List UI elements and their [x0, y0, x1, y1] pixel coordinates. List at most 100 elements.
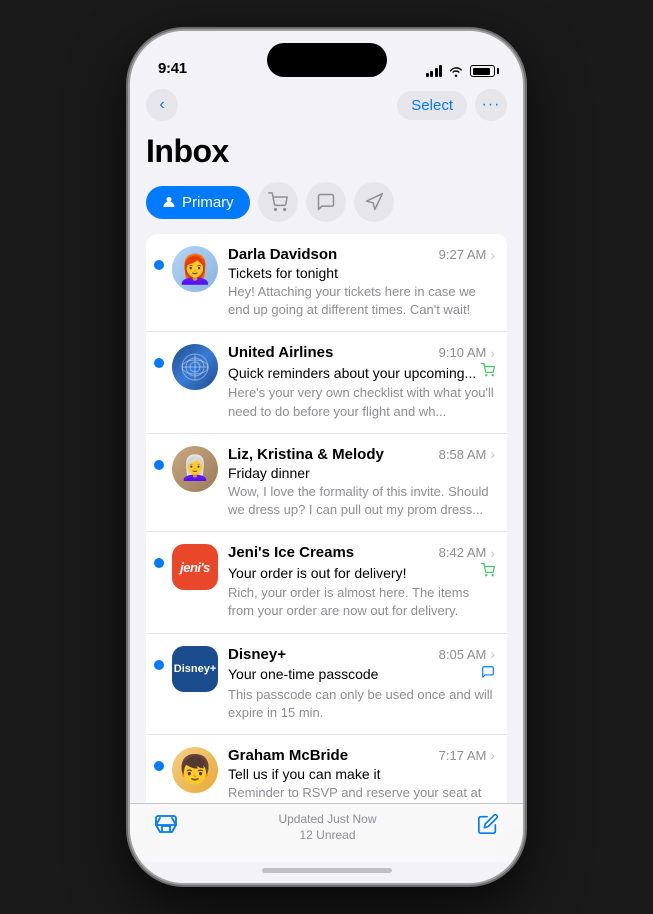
- email-body: United Airlines 9:10 AM › Quick reminder…: [228, 344, 495, 420]
- email-header: United Airlines 9:10 AM ›: [228, 344, 495, 361]
- main-content: Inbox Primary: [130, 129, 523, 803]
- screen: 9:41 ‹ Select: [130, 31, 523, 883]
- message-bubble-icon: [316, 192, 336, 212]
- email-preview: Hey! Attaching your tickets here in case…: [228, 283, 495, 319]
- email-subject-row: Quick reminders about your upcoming...: [228, 363, 495, 382]
- shopping-tag-icon: [481, 363, 495, 382]
- unread-dot: [154, 260, 164, 270]
- airline-icon: [180, 352, 210, 382]
- disney-logo-text: Disney+: [174, 663, 217, 675]
- email-time-row: 8:58 AM ›: [439, 446, 495, 462]
- email-item-5[interactable]: Disney+ Disney+ 8:05 AM › Your o: [146, 634, 507, 735]
- email-subject: Your order is out for delivery!: [228, 565, 406, 581]
- updated-label: Updated Just Now: [278, 812, 376, 826]
- email-time-row: 8:05 AM ›: [439, 646, 495, 662]
- email-header: Disney+ 8:05 AM ›: [228, 646, 495, 663]
- email-subject: Your one-time passcode: [228, 666, 378, 682]
- email-body: Graham McBride 7:17 AM › Tell us if you …: [228, 747, 495, 802]
- select-button[interactable]: Select: [397, 91, 467, 120]
- wifi-icon: [448, 65, 464, 77]
- email-sender: Darla Davidson: [228, 246, 337, 263]
- email-time: 8:05 AM: [439, 647, 487, 662]
- compose-button[interactable]: [477, 813, 499, 841]
- email-header: Liz, Kristina & Melody 8:58 AM ›: [228, 446, 495, 463]
- chevron-right-icon: ›: [490, 247, 495, 263]
- email-subject-row: Your one-time passcode: [228, 665, 495, 684]
- email-subject-row: Tell us if you can make it: [228, 766, 495, 782]
- unread-dot: [154, 460, 164, 470]
- page-title: Inbox: [130, 129, 523, 182]
- email-header: Darla Davidson 9:27 AM ›: [228, 246, 495, 263]
- tab-primary[interactable]: Primary: [146, 186, 250, 219]
- email-preview: Rich, your order is almost here. The ite…: [228, 584, 495, 620]
- unread-dot: [154, 761, 164, 771]
- email-body: Jeni's Ice Creams 8:42 AM › Your order i…: [228, 544, 495, 620]
- chevron-right-icon: ›: [490, 446, 495, 462]
- email-time-row: 9:27 AM ›: [439, 247, 495, 263]
- chevron-right-icon: ›: [490, 345, 495, 361]
- back-arrow-icon: ‹: [159, 96, 164, 114]
- avatar-united: [172, 344, 218, 390]
- tab-bar: Updated Just Now 12 Unread: [130, 803, 523, 862]
- email-sender: Disney+: [228, 646, 286, 663]
- signal-bars-icon: [426, 65, 443, 77]
- tab-shopping[interactable]: [258, 182, 298, 222]
- avatar-jenis: jeni's: [172, 544, 218, 590]
- email-preview: This passcode can only be used once and …: [228, 686, 495, 722]
- email-time: 8:42 AM: [439, 545, 487, 560]
- more-dots-icon: ···: [482, 96, 501, 114]
- unread-dot: [154, 358, 164, 368]
- shopping-tag-icon: [481, 563, 495, 582]
- chevron-right-icon: ›: [490, 747, 495, 763]
- email-body: Liz, Kristina & Melody 8:58 AM › Friday …: [228, 446, 495, 519]
- back-button[interactable]: ‹: [146, 89, 178, 121]
- email-subject: Quick reminders about your upcoming...: [228, 365, 476, 381]
- tab-social[interactable]: [306, 182, 346, 222]
- avatar-darla: 👩‍🦰: [172, 246, 218, 292]
- avatar-emoji: 👩‍🦳: [180, 454, 210, 483]
- status-icons: [426, 65, 496, 77]
- email-preview: Here's your very own checklist with what…: [228, 384, 495, 420]
- tab-updates[interactable]: [354, 182, 394, 222]
- email-body: Disney+ 8:05 AM › Your one-time passcode: [228, 646, 495, 722]
- status-time: 9:41: [158, 60, 187, 77]
- dynamic-island: [267, 43, 387, 77]
- email-header: Jeni's Ice Creams 8:42 AM ›: [228, 544, 495, 561]
- email-time: 9:10 AM: [439, 345, 487, 360]
- email-item-1[interactable]: 👩‍🦰 Darla Davidson 9:27 AM › Tickets for…: [146, 234, 507, 332]
- email-time-row: 8:42 AM ›: [439, 545, 495, 561]
- mailbox-button[interactable]: [154, 812, 178, 842]
- email-list: 👩‍🦰 Darla Davidson 9:27 AM › Tickets for…: [146, 234, 507, 803]
- email-item-4[interactable]: jeni's Jeni's Ice Creams 8:42 AM ›: [146, 532, 507, 633]
- nav-actions: Select ···: [397, 89, 507, 121]
- email-subject: Tell us if you can make it: [228, 766, 381, 782]
- phone-frame: 9:41 ‹ Select: [130, 31, 523, 883]
- avatar-disney: Disney+: [172, 646, 218, 692]
- email-sender: Graham McBride: [228, 747, 348, 764]
- email-item-3[interactable]: 👩‍🦳 Liz, Kristina & Melody 8:58 AM › Fri…: [146, 434, 507, 532]
- email-subject: Friday dinner: [228, 465, 310, 481]
- email-body: Darla Davidson 9:27 AM › Tickets for ton…: [228, 246, 495, 319]
- home-indicator: [130, 862, 523, 883]
- more-button[interactable]: ···: [475, 89, 507, 121]
- email-sender: Jeni's Ice Creams: [228, 544, 354, 561]
- unread-dot: [154, 558, 164, 568]
- home-bar: [262, 868, 392, 873]
- filter-tabs: Primary: [130, 182, 523, 234]
- email-item-2[interactable]: United Airlines 9:10 AM › Quick reminder…: [146, 332, 507, 433]
- email-time: 8:58 AM: [439, 447, 487, 462]
- email-preview: Wow, I love the formality of this invite…: [228, 483, 495, 519]
- avatar-liz: 👩‍🦳: [172, 446, 218, 492]
- email-time: 9:27 AM: [439, 247, 487, 262]
- email-time-row: 7:17 AM ›: [439, 747, 495, 763]
- message-tag-icon: [481, 665, 495, 684]
- email-item-6[interactable]: 👦 Graham McBride 7:17 AM › Tell us if yo…: [146, 735, 507, 803]
- chevron-right-icon: ›: [490, 646, 495, 662]
- unread-count-label: 12 Unread: [299, 828, 355, 842]
- nav-bar: ‹ Select ···: [130, 85, 523, 129]
- avatar-graham: 👦: [172, 747, 218, 793]
- email-sender: Liz, Kristina & Melody: [228, 446, 384, 463]
- email-subject-row: Tickets for tonight: [228, 265, 495, 281]
- battery-icon: [470, 65, 495, 77]
- avatar-emoji: 👩‍🦰: [178, 253, 213, 286]
